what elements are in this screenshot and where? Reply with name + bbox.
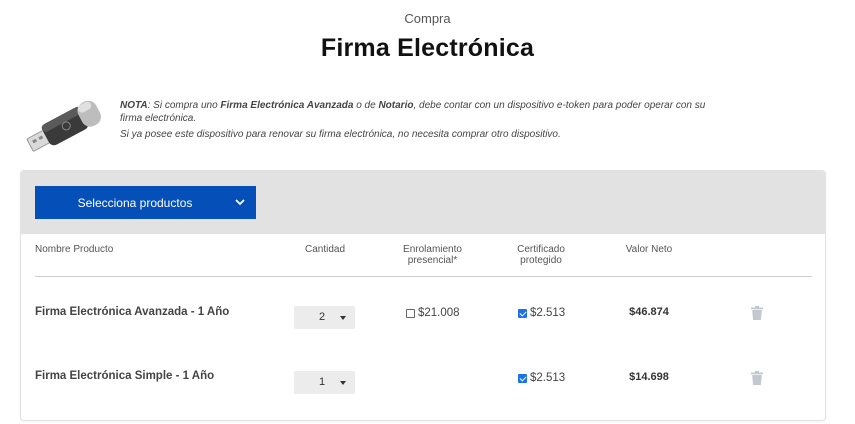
product-name: Firma Electrónica Avanzada - 1 Año: [35, 306, 230, 318]
header-divider: [35, 276, 812, 277]
usb-token-image: [26, 100, 101, 152]
col-enrollment: Enrolamiento presencial*: [403, 244, 462, 266]
enrollment-price: $21.008: [418, 307, 460, 319]
col-net-value: Valor Neto: [625, 244, 673, 255]
trash-icon[interactable]: [751, 371, 763, 385]
col-product-name: Nombre Producto: [35, 244, 114, 255]
page-subtitle: Compra: [404, 11, 451, 26]
certificate-checkbox[interactable]: [518, 373, 527, 383]
trash-icon[interactable]: [751, 306, 763, 320]
note-label: NOTA: [120, 100, 148, 111]
note-line-2: Si ya posee este dispositivo para renova…: [120, 129, 561, 140]
certificate-checkbox[interactable]: [518, 308, 527, 318]
caret-down-icon: [340, 381, 346, 385]
product-name: Firma Electrónica Simple - 1 Año: [35, 370, 215, 382]
certificate-option[interactable]: $2.513: [518, 372, 565, 384]
quantity-select[interactable]: 1: [294, 371, 355, 394]
caret-down-icon: [340, 316, 346, 320]
col-certificate: Certificado protegido: [517, 244, 565, 266]
chevron-down-icon: [235, 199, 245, 206]
quantity-select[interactable]: 2: [294, 306, 355, 329]
page-title: Firma Electrónica: [320, 34, 535, 62]
quantity-value: 2: [319, 311, 326, 323]
certificate-price: $2.513: [530, 307, 566, 319]
info-note: NOTA: Si compra uno Firma Electrónica Av…: [120, 99, 730, 141]
card-header: Selecciona productos: [21, 171, 825, 234]
net-value: $14.698: [629, 371, 669, 383]
certificate-price: $2.513: [530, 372, 566, 384]
col-quantity: Cantidad: [304, 244, 346, 255]
select-products-dropdown[interactable]: Selecciona productos: [35, 186, 256, 219]
certificate-option[interactable]: $2.513: [518, 307, 565, 319]
products-card: Selecciona productos Nombre Producto Can…: [20, 170, 826, 421]
enrollment-option[interactable]: $21.008: [406, 307, 460, 319]
enrollment-checkbox[interactable]: [406, 308, 415, 318]
net-value: $46.874: [629, 306, 669, 318]
select-products-label: Selecciona productos: [77, 195, 193, 210]
quantity-value: 1: [319, 376, 326, 388]
